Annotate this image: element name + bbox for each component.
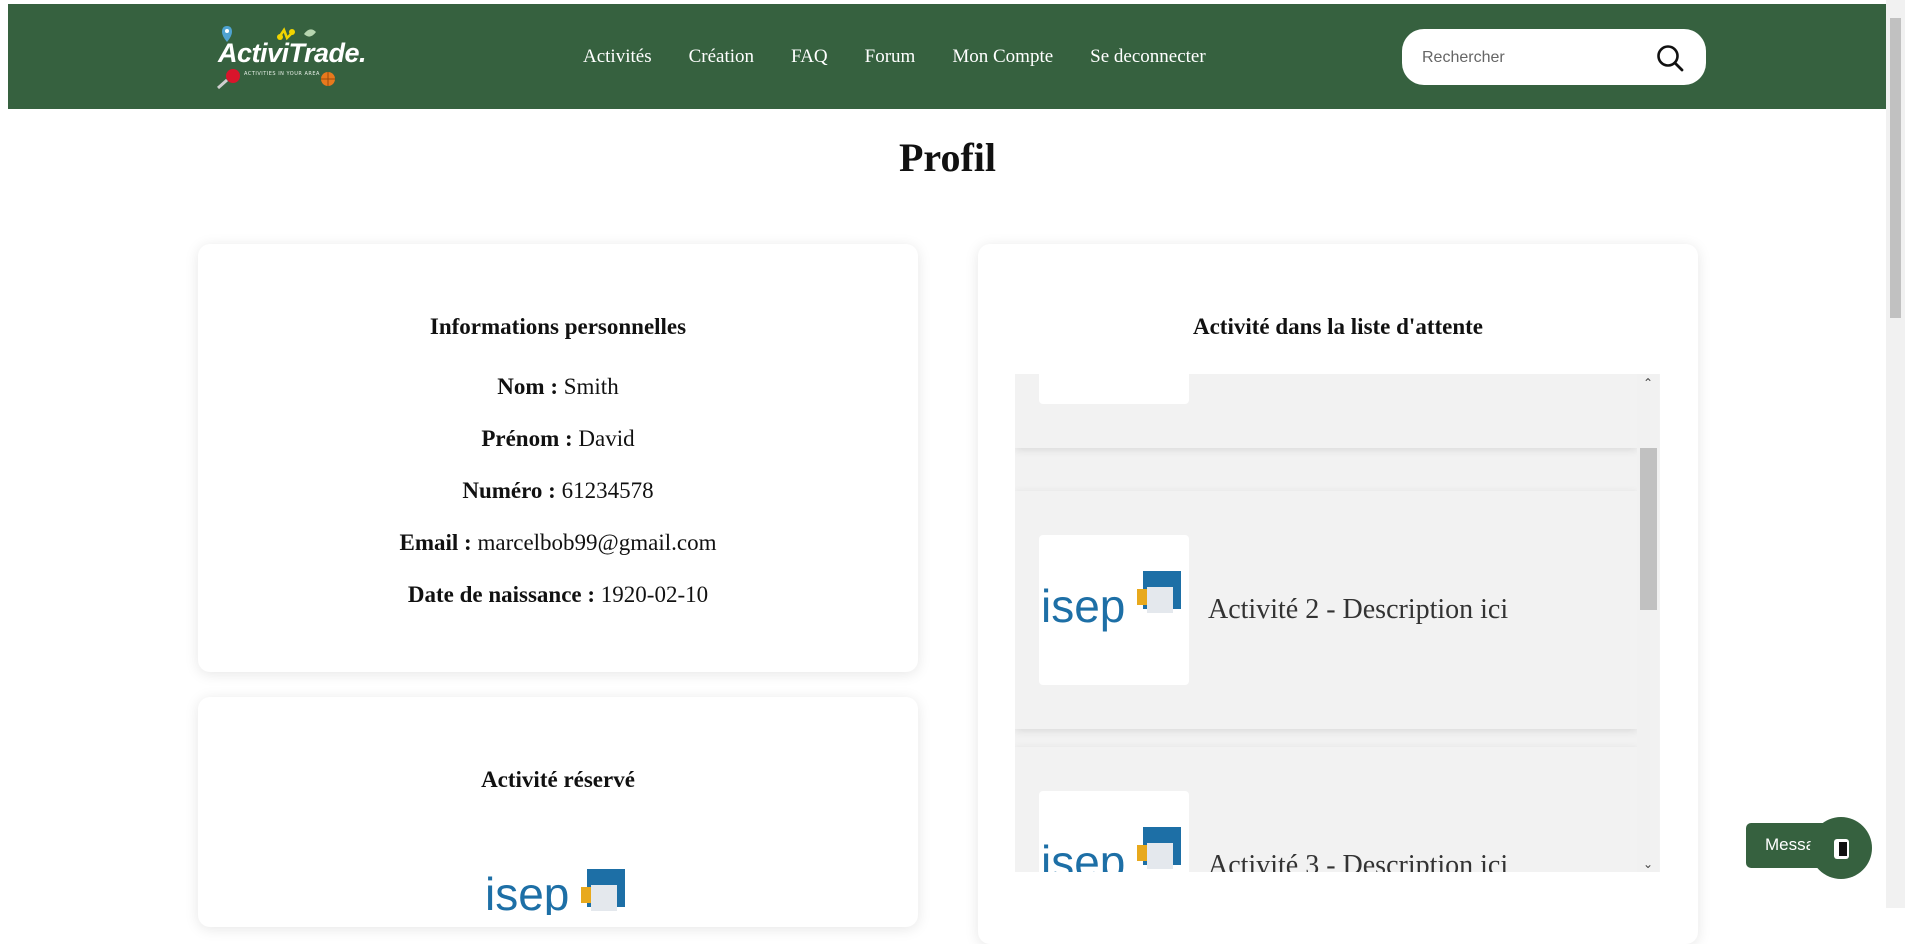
activity-thumbnail <box>1039 374 1189 404</box>
svg-text:isep: isep <box>1041 580 1125 632</box>
activity-thumbnail: isep <box>1039 535 1189 685</box>
personal-info-card: Informations personnelles Nom : Smith Pr… <box>198 244 918 672</box>
nav-activites[interactable]: Activités <box>583 46 652 68</box>
info-email: Email : marcelbob99@gmail.com <box>198 530 918 556</box>
chevron-down-icon[interactable]: ⌄ <box>1641 857 1655 871</box>
info-value: marcelbob99@gmail.com <box>477 530 717 555</box>
svg-text:isep: isep <box>1041 836 1125 872</box>
activity-text: Activité 2 - Description ici <box>1208 594 1509 625</box>
info-prenom: Prénom : David <box>198 426 918 452</box>
page-title: Profil <box>898 135 996 180</box>
isep-logo-icon: isep <box>1041 571 1181 632</box>
info-label: Prénom : <box>481 426 573 451</box>
info-value: Smith <box>563 374 619 399</box>
logo-text: ActiviTrade. <box>218 38 367 68</box>
nav-se-deconnecter[interactable]: Se deconnecter <box>1090 46 1206 68</box>
waiting-list-title: Activité dans la liste d'attente <box>1192 314 1483 339</box>
list-item[interactable]: isep Activité 2 - Description ici <box>1015 491 1637 729</box>
waiting-list-scroll[interactable]: isep Activité 2 - Description ici isep A… <box>1015 374 1660 872</box>
site-logo[interactable]: ActiviTrade. ACTIVITIES IN YOUR AREA <box>208 24 367 94</box>
main-nav: Activités Création FAQ Forum Mon Compte … <box>583 46 1206 68</box>
personal-info-title: Informations personnelles <box>429 314 687 339</box>
info-label: Email : <box>399 530 472 555</box>
info-value: David <box>578 426 635 451</box>
info-value: 1920-02-10 <box>600 582 709 607</box>
window-scrollbar[interactable] <box>1886 0 1905 908</box>
search-box <box>1402 29 1706 85</box>
info-label: Numéro : <box>462 478 556 503</box>
nav-forum[interactable]: Forum <box>865 46 916 68</box>
info-date-naissance: Date de naissance : 1920-02-10 <box>198 582 918 608</box>
search-icon[interactable] <box>1655 43 1685 73</box>
info-value: 61234578 <box>561 478 654 503</box>
info-label: Nom : <box>497 374 558 399</box>
nav-creation[interactable]: Création <box>689 46 754 68</box>
info-nom: Nom : Smith <box>198 374 918 400</box>
search-input[interactable] <box>1420 45 1644 71</box>
info-label: Date de naissance : <box>407 582 596 607</box>
chevron-up-icon[interactable]: ⌃ <box>1641 376 1655 390</box>
list-scrollbar[interactable]: ⌃ ⌄ <box>1637 374 1659 872</box>
list-item[interactable] <box>1015 374 1637 448</box>
info-numero: Numéro : 61234578 <box>198 478 918 504</box>
reserved-activity-card: Activité réservé isep <box>198 697 918 927</box>
list-item[interactable]: isep Activité 3 - Description ici <box>1015 747 1637 872</box>
nav-mon-compte[interactable]: Mon Compte <box>952 46 1053 68</box>
chat-icon[interactable] <box>1810 817 1872 879</box>
logo-tagline: ACTIVITIES IN YOUR AREA <box>244 71 320 77</box>
activity-text: Activité 3 - Description ici <box>1208 850 1509 872</box>
isep-logo-icon: isep <box>1041 827 1181 872</box>
scrollbar-thumb[interactable] <box>1640 448 1657 610</box>
reserved-activity-title: Activité réservé <box>481 767 635 792</box>
top-navbar: ActiviTrade. ACTIVITIES IN YOUR AREA Act… <box>8 4 1886 109</box>
activity-thumbnail: isep <box>1039 791 1189 872</box>
window-scrollbar-thumb[interactable] <box>1890 18 1901 318</box>
nav-faq[interactable]: FAQ <box>791 46 828 68</box>
